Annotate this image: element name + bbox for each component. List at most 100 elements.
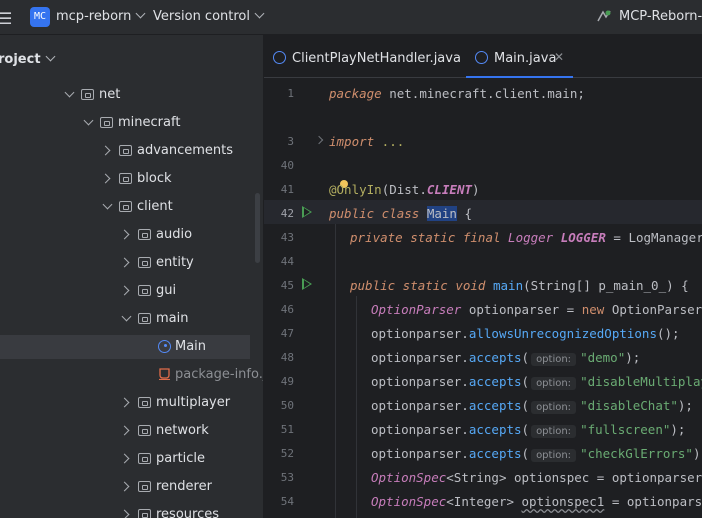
run-gutter-icon[interactable] xyxy=(302,278,312,290)
tree-item-gui[interactable]: gui xyxy=(0,279,250,303)
chevron-right-icon[interactable] xyxy=(100,173,111,184)
tree-item-label: entity xyxy=(156,255,194,270)
tree-item-advancements[interactable]: advancements xyxy=(0,139,250,163)
package-folder-icon xyxy=(119,145,132,156)
tree-item-entity[interactable]: entity xyxy=(0,251,250,275)
class-icon xyxy=(158,340,171,353)
chevron-right-icon[interactable] xyxy=(119,397,130,408)
project-view-selector[interactable]: roject xyxy=(0,51,55,67)
tab-main-java[interactable]: Main.java ✕ xyxy=(466,35,573,78)
line-number: 43 xyxy=(280,231,294,244)
line-number: 42 xyxy=(280,207,294,220)
line-number: 53 xyxy=(280,471,294,484)
parameter-hint: option: xyxy=(531,449,577,462)
tree-item-main-class[interactable]: Main xyxy=(0,335,250,359)
chevron-right-icon[interactable] xyxy=(119,481,130,492)
chevron-down-icon[interactable] xyxy=(102,199,113,210)
main-menu-icon[interactable]: ☰ xyxy=(0,9,12,28)
parameter-hint: option: xyxy=(531,401,577,414)
package-folder-icon xyxy=(138,453,151,464)
code-line: optionparser.accepts(option: "disableChat… xyxy=(371,398,693,414)
project-selector[interactable]: mcp-reborn xyxy=(56,8,146,24)
tree-item-net[interactable]: net xyxy=(0,83,250,107)
line-number: 47 xyxy=(280,327,294,340)
tree-item-audio[interactable]: audio xyxy=(0,223,250,247)
code-line: private static final Logger LOGGER = Log… xyxy=(350,230,702,245)
main-toolbar: ☰ MC mcp-reborn Version control MCP-Rebo… xyxy=(0,0,702,35)
chevron-right-icon[interactable] xyxy=(119,257,130,268)
tree-item-package-info[interactable]: package-info.ja xyxy=(0,363,263,387)
version-control-selector[interactable]: Version control xyxy=(153,8,265,24)
project-badge[interactable]: MC xyxy=(30,7,50,27)
project-tool-window: roject net minecraft advancements block … xyxy=(0,35,264,518)
line-number: 1 xyxy=(287,87,294,100)
chevron-right-icon[interactable] xyxy=(119,425,130,436)
tree-scrollbar-thumb[interactable] xyxy=(255,193,260,263)
java-file-icon xyxy=(159,368,170,380)
line-number: 50 xyxy=(280,399,294,412)
line-number: 52 xyxy=(280,447,294,460)
code-line: @OnlyIn(Dist.CLIENT) xyxy=(329,182,480,197)
tree-item-label: net xyxy=(99,87,121,102)
chevron-right-icon[interactable] xyxy=(119,453,130,464)
chevron-down-icon[interactable] xyxy=(83,115,94,126)
chevron-right-icon[interactable] xyxy=(119,509,130,518)
tree-item-network[interactable]: network xyxy=(0,419,250,443)
tree-item-label: main xyxy=(156,311,189,326)
chevron-right-icon[interactable] xyxy=(119,285,130,296)
line-number: 45 xyxy=(280,279,294,292)
line-number: 54 xyxy=(280,495,294,508)
tree-item-label: client xyxy=(137,199,173,214)
code-line: OptionSpec<Integer> optionspec1 = option… xyxy=(371,494,702,509)
package-folder-icon xyxy=(138,285,151,296)
package-folder-icon xyxy=(100,117,113,128)
tab-client-play-net-handler[interactable]: ClientPlayNetHandler.java xyxy=(264,35,464,77)
chevron-right-icon[interactable] xyxy=(100,145,111,156)
tree-item-minecraft[interactable]: minecraft xyxy=(0,111,250,135)
package-folder-icon xyxy=(138,481,151,492)
fold-expand-icon[interactable] xyxy=(314,135,324,145)
tree-item-multiplayer[interactable]: multiplayer xyxy=(0,391,250,415)
package-folder-icon xyxy=(138,229,151,240)
chevron-down-icon xyxy=(45,51,55,62)
tree-item-label: Main xyxy=(175,339,207,354)
line-number: 49 xyxy=(280,375,294,388)
run-configuration-icon xyxy=(597,10,611,22)
code-line: import ... xyxy=(329,134,405,149)
chevron-right-icon[interactable] xyxy=(119,229,130,240)
chevron-down-icon xyxy=(135,8,146,19)
package-folder-icon xyxy=(138,397,151,408)
tree-item-block[interactable]: block xyxy=(0,167,250,191)
line-number: 51 xyxy=(280,423,294,436)
tree-item-label: renderer xyxy=(156,479,212,494)
line-number: 46 xyxy=(280,303,294,316)
tree-item-label: resources xyxy=(156,507,220,518)
tree-item-label: network xyxy=(156,423,209,438)
parameter-hint: option: xyxy=(531,425,577,438)
line-number: 41 xyxy=(280,183,294,196)
run-gutter-icon[interactable] xyxy=(302,206,312,218)
tree-item-renderer[interactable]: renderer xyxy=(0,475,250,499)
code-editor[interactable]: 1 3 40 41 42 43 44 45 46 47 48 49 50 51 … xyxy=(264,78,702,518)
code-line: optionparser.accepts(option: "demo"); xyxy=(371,350,641,366)
tree-item-label: package-info.ja xyxy=(175,367,263,382)
line-number: 3 xyxy=(287,135,294,148)
tree-item-main-package[interactable]: main xyxy=(0,307,250,331)
tree-item-client[interactable]: client xyxy=(0,195,250,219)
class-icon xyxy=(475,51,488,64)
chevron-down-icon[interactable] xyxy=(121,311,132,322)
vcs-label: Version control xyxy=(153,9,250,24)
close-icon[interactable]: ✕ xyxy=(554,50,564,64)
run-configuration-selector[interactable]: MCP-Reborn-1 xyxy=(619,9,702,24)
package-folder-icon xyxy=(138,313,151,324)
chevron-down-icon xyxy=(254,8,265,19)
tree-item-resources[interactable]: resources xyxy=(0,503,250,518)
tree-item-particle[interactable]: particle xyxy=(0,447,250,471)
tree-item-label: multiplayer xyxy=(156,395,231,410)
class-icon xyxy=(273,51,286,64)
project-name: mcp-reborn xyxy=(56,9,132,24)
chevron-down-icon[interactable] xyxy=(64,87,75,98)
line-number: 48 xyxy=(280,351,294,364)
indent-guide xyxy=(356,296,357,518)
package-folder-icon xyxy=(138,257,151,268)
